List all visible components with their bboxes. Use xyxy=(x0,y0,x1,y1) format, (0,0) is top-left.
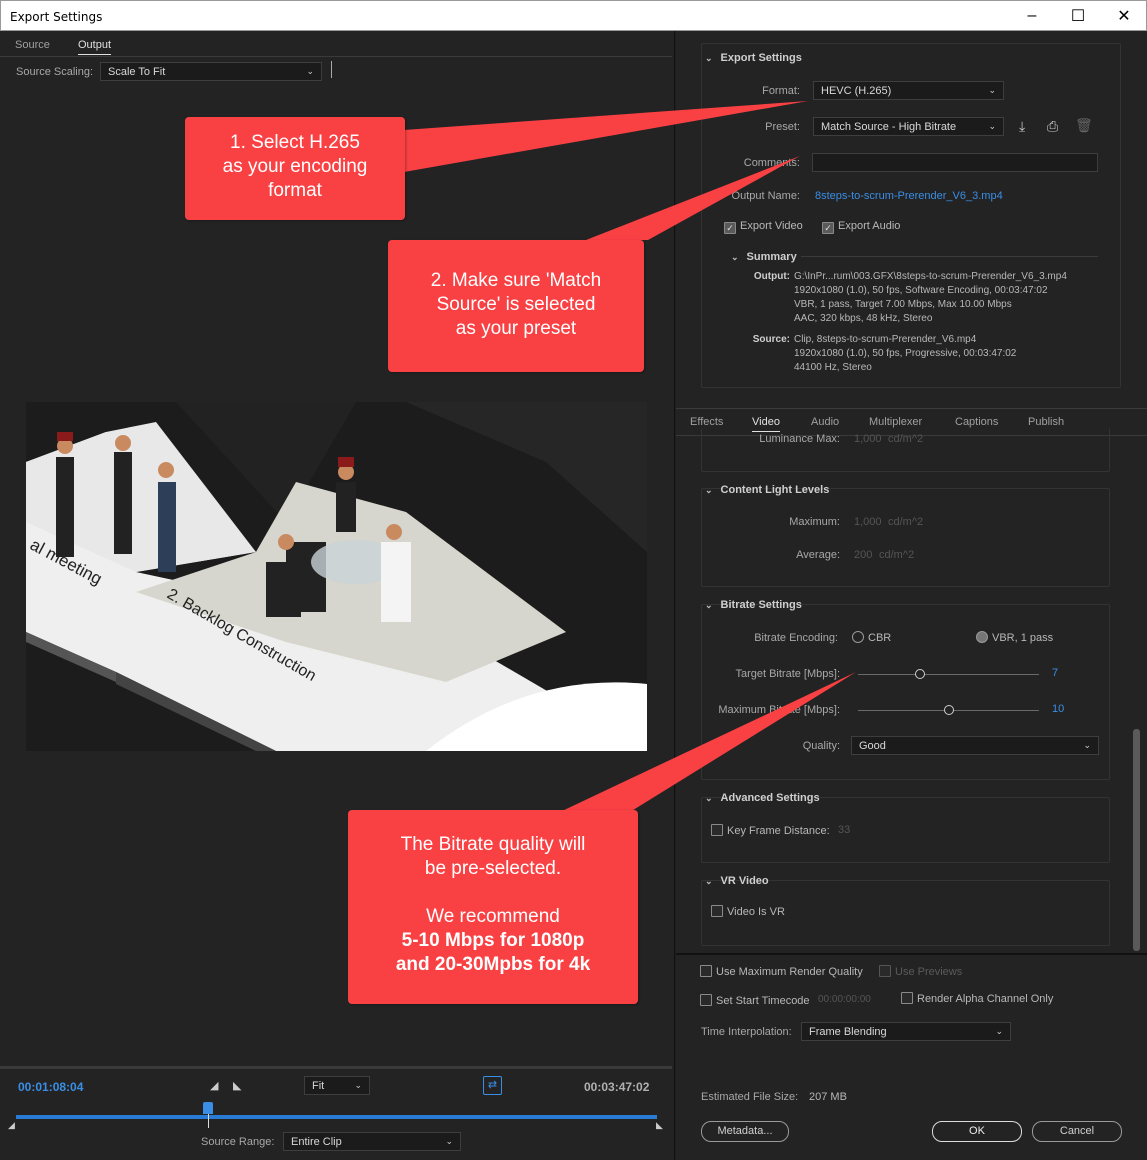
callout-line: 1. Select H.265 xyxy=(230,132,360,153)
callout-pointer-3 xyxy=(560,672,856,812)
callout-line: be pre-selected. xyxy=(424,858,562,879)
callout-line: Source' is selected xyxy=(436,294,596,315)
callout-line: The Bitrate quality will xyxy=(400,834,586,855)
callout-3: The Bitrate quality will be pre-selected… xyxy=(348,810,638,1004)
callout-1: 1. Select H.265 as your encoding format xyxy=(185,117,405,220)
callout-line: We recommend xyxy=(426,906,560,927)
callout-line: format xyxy=(268,180,322,201)
callout-line: 2. Make sure 'Match xyxy=(430,270,602,291)
callout-line: as your preset xyxy=(455,318,577,339)
callout-line: as your encoding xyxy=(222,156,368,177)
callout-spacer xyxy=(348,881,638,905)
callout-pointer-2 xyxy=(586,156,800,240)
callout-bold-line: and 20-30Mpbs for 4k xyxy=(395,954,591,975)
callout-bold-line: 5-10 Mbps for 1080p xyxy=(401,930,585,951)
callout-2: 2. Make sure 'Match Source' is selected … xyxy=(388,240,644,372)
callout-pointer-1 xyxy=(404,101,808,172)
